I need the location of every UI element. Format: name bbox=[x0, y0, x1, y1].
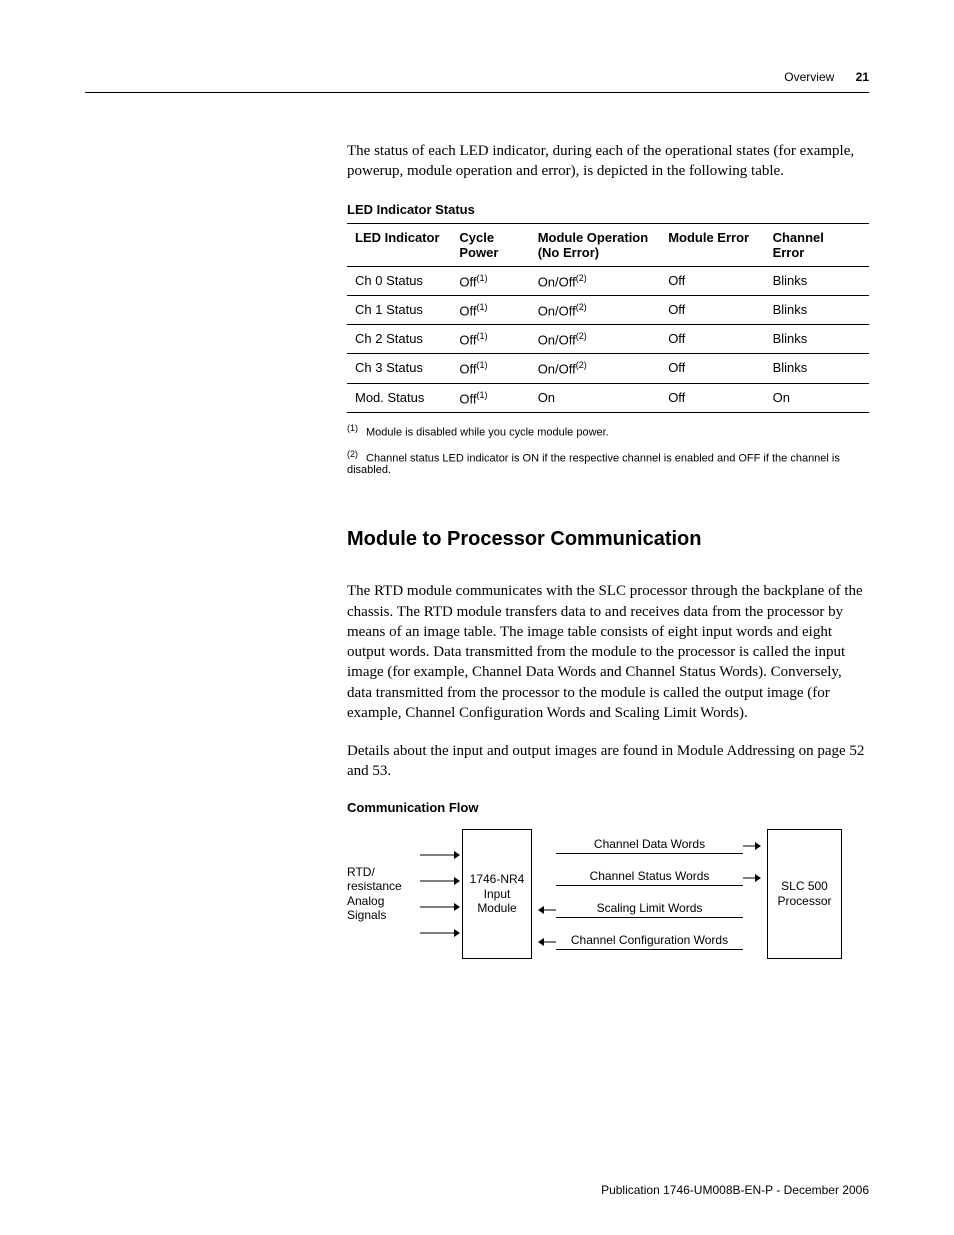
diagram-module-box: 1746-NR4InputModule bbox=[462, 829, 532, 959]
page-footer: Publication 1746-UM008B-EN-P - December … bbox=[601, 1183, 869, 1197]
intro-paragraph: The status of each LED indicator, during… bbox=[347, 141, 869, 182]
arrow-right-icon bbox=[420, 851, 460, 859]
header-section: Overview bbox=[784, 70, 834, 84]
communication-flow-diagram: RTD/resistanceAnalogSignals 1746-NR4Inpu… bbox=[347, 829, 869, 959]
diagram-word-row: Scaling Limit Words bbox=[538, 896, 761, 924]
footnotes: (1)Module is disabled while you cycle mo… bbox=[347, 423, 869, 476]
table-row: Ch 2 StatusOff(1)On/Off(2)OffBlinks bbox=[347, 325, 869, 354]
diagram-processor-box: SLC 500Processor bbox=[767, 829, 842, 959]
diagram-words-column: Channel Data Words Channel Status Words Sc… bbox=[532, 832, 767, 956]
table-row: Ch 1 StatusOff(1)On/Off(2)OffBlinks bbox=[347, 295, 869, 324]
page-header: Overview 21 bbox=[85, 70, 869, 93]
diagram-input-arrows bbox=[417, 851, 462, 937]
arrow-right-icon bbox=[420, 877, 460, 885]
col-led: LED Indicator bbox=[347, 223, 451, 266]
body-paragraph-1: The RTD module communicates with the SLC… bbox=[347, 581, 869, 723]
diagram-word-row: Channel Configuration Words bbox=[538, 928, 761, 956]
led-table: LED Indicator CyclePower Module Operatio… bbox=[347, 223, 869, 414]
table-row: Mod. StatusOff(1)OnOffOn bbox=[347, 383, 869, 412]
table-title: LED Indicator Status bbox=[347, 202, 869, 217]
col-err: Module Error bbox=[660, 223, 764, 266]
table-row: Ch 3 StatusOff(1)On/Off(2)OffBlinks bbox=[347, 354, 869, 383]
diagram-title: Communication Flow bbox=[347, 800, 869, 815]
arrow-right-icon bbox=[420, 903, 460, 911]
header-pagenum: 21 bbox=[856, 70, 869, 84]
arrow-right-icon bbox=[743, 839, 761, 853]
section-heading: Module to Processor Communication bbox=[347, 528, 869, 551]
body-paragraph-2: Details about the input and output image… bbox=[347, 741, 869, 782]
col-cherr: ChannelError bbox=[765, 223, 869, 266]
arrow-right-icon bbox=[420, 929, 460, 937]
arrow-left-icon bbox=[538, 903, 556, 917]
table-row: Ch 0 StatusOff(1)On/Off(2)OffBlinks bbox=[347, 266, 869, 295]
arrow-right-icon bbox=[743, 871, 761, 885]
col-cycle: CyclePower bbox=[451, 223, 529, 266]
diagram-word-row: Channel Status Words bbox=[538, 864, 761, 892]
arrow-left-icon bbox=[538, 935, 556, 949]
diagram-left-label: RTD/resistanceAnalogSignals bbox=[347, 865, 417, 923]
diagram-word-row: Channel Data Words bbox=[538, 832, 761, 860]
col-op: Module Operation(No Error) bbox=[530, 223, 661, 266]
